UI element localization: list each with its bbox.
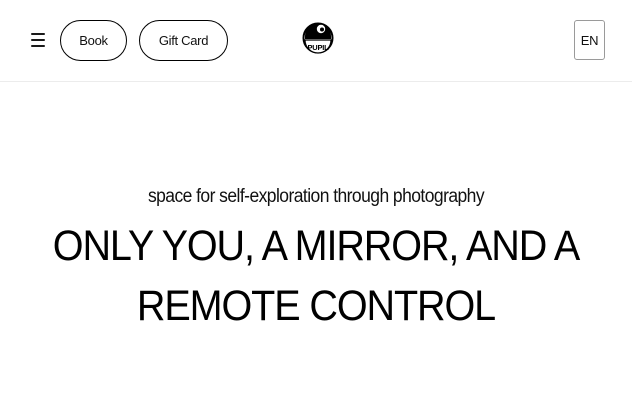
hero-subtitle: space for self-exploration through photo… <box>147 186 485 207</box>
book-button[interactable]: Book <box>60 20 127 61</box>
site-header: Book Gift Card PUPIL EN <box>0 0 632 82</box>
hero-section: space for self-exploration through photo… <box>0 180 632 336</box>
language-selector[interactable]: EN <box>574 20 605 60</box>
pupil-logo[interactable]: PUPIL <box>301 17 335 61</box>
hero-headline-line2: REMOTE CONTROL <box>136 282 496 330</box>
hamburger-menu-icon[interactable] <box>31 33 45 47</box>
hero-headline-line1: ONLY YOU, A MIRROR, AND A <box>52 222 581 270</box>
gift-card-button[interactable]: Gift Card <box>139 20 228 61</box>
svg-text:PUPIL: PUPIL <box>307 43 329 52</box>
